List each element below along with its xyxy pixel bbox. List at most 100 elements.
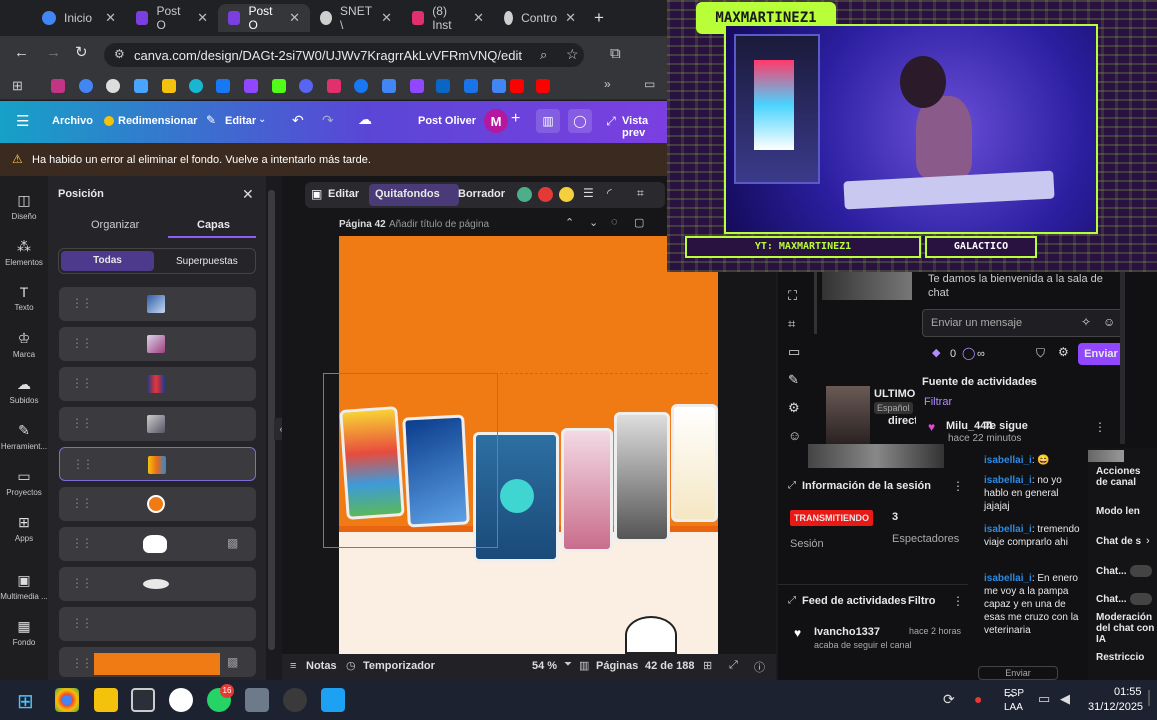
tab-inicio[interactable]: Inicio ✕ — [32, 4, 126, 32]
avatar[interactable]: M — [484, 109, 508, 133]
video-thumbnail[interactable] — [822, 272, 912, 300]
obs-icon[interactable] — [283, 688, 307, 712]
bits-icon[interactable]: ✧ — [1081, 315, 1091, 329]
layer-item[interactable]: ⋮⋮ — [59, 287, 256, 321]
forward-icon[interactable]: → — [46, 44, 61, 61]
tab-post-active[interactable]: Post O ✕ — [218, 4, 310, 32]
comment-icon[interactable]: ◯ — [568, 109, 592, 133]
settings-icon[interactable]: ⚙ — [788, 400, 800, 416]
clock-app-icon[interactable] — [169, 688, 193, 712]
rail-brand[interactable]: ♔ Marca — [0, 330, 48, 359]
eraser-button[interactable]: Borrador — [458, 188, 505, 200]
tab-post-1[interactable]: Post O ✕ — [126, 4, 218, 32]
bookmark-icon[interactable] — [272, 79, 286, 93]
notes-button[interactable]: Notas — [306, 660, 337, 672]
drag-handle-icon[interactable]: ⋮⋮ — [71, 616, 93, 630]
more-icon[interactable]: ⋮ — [952, 479, 964, 493]
chevron-up-icon[interactable]: ⌃ — [565, 216, 574, 229]
site-info-icon[interactable]: ⚙ — [114, 47, 125, 61]
redo-icon[interactable]: ↷ — [322, 112, 334, 129]
drag-handle-icon[interactable]: ⋮⋮ — [71, 336, 93, 350]
layer-item[interactable]: ⋮⋮ — [59, 327, 256, 361]
edit-menu[interactable]: Editar — [225, 115, 256, 127]
corner-icon[interactable]: ◜ — [607, 186, 612, 200]
chevron-right-icon[interactable]: › — [1146, 535, 1150, 547]
expand-icon[interactable]: ⤢ — [599, 109, 623, 133]
chevron-down-icon[interactable]: ⌄ — [1028, 375, 1036, 386]
drag-handle-icon[interactable]: ⋮⋮ — [71, 576, 93, 590]
tab-instagram[interactable]: (8) Inst ✕ — [402, 4, 494, 32]
product-card[interactable] — [561, 428, 613, 552]
bookmark-icon[interactable] — [510, 79, 524, 93]
close-tab-icon[interactable]: ✕ — [197, 10, 208, 26]
product-card[interactable] — [614, 412, 670, 542]
bookmark-icon[interactable] — [354, 79, 368, 93]
close-tab-icon[interactable]: ✕ — [105, 10, 116, 26]
layer-item[interactable]: ⋮⋮ — [59, 367, 256, 401]
rail-background[interactable]: ▦ Fondo — [0, 618, 48, 647]
color-swatch[interactable] — [517, 187, 532, 202]
layer-item[interactable]: ⋮⋮ ▩ — [59, 647, 256, 677]
clock-time[interactable]: 01:55 — [1114, 686, 1142, 698]
tab-organizar[interactable]: Organizar — [91, 219, 139, 231]
menu-channel-actions[interactable]: Acciones de canal — [1096, 466, 1152, 488]
extensions-icon[interactable]: ⧉ — [610, 45, 621, 62]
analytics-icon[interactable]: ▥ — [536, 109, 560, 133]
youtube-icon[interactable] — [536, 79, 550, 93]
filter-todas[interactable]: Todas — [61, 251, 154, 271]
bookmark-icon[interactable] — [189, 79, 203, 93]
collapse-icon[interactable]: ⤢ — [788, 480, 796, 491]
network-icon[interactable]: ▭ — [1038, 691, 1050, 707]
layers-icon[interactable]: ⛶ — [788, 288, 797, 304]
toggle-switch[interactable] — [1130, 565, 1152, 577]
bookmark-icon[interactable] — [464, 79, 478, 93]
bookmark-icon[interactable] — [382, 79, 396, 93]
menu-chat-toggle-1[interactable]: Chat... — [1096, 566, 1127, 577]
menu-restrictions[interactable]: Restriccio — [1096, 652, 1144, 663]
camera-icon[interactable]: ▭ — [788, 344, 800, 360]
sync-icon[interactable]: ⟳ — [943, 691, 955, 708]
lines-icon[interactable]: ☰ — [583, 186, 594, 200]
color-swatch[interactable] — [538, 187, 553, 202]
activity-filter-button[interactable]: Filtro — [908, 595, 936, 607]
bookmark-icon[interactable] — [79, 79, 93, 93]
chevron-down-icon[interactable]: ⌄ — [589, 216, 598, 229]
chat-scrollbar[interactable] — [1120, 272, 1125, 444]
chat-username[interactable]: isabellai_i — [984, 475, 1032, 486]
layer-item[interactable]: ⋮⋮ — [59, 487, 256, 521]
tab-capas[interactable]: Capas — [197, 219, 230, 231]
chat-username[interactable]: isabellai_i — [984, 455, 1032, 466]
language-indicator[interactable]: ESP — [1004, 688, 1024, 699]
menu-chat-toggle-2[interactable]: Chat... — [1096, 594, 1127, 605]
drag-handle-icon[interactable]: ⋮⋮ — [71, 656, 93, 670]
chat-username[interactable]: isabellai_i — [984, 524, 1032, 535]
drag-handle-icon[interactable]: ⋮⋮ — [71, 416, 93, 430]
more-icon[interactable]: ⋮ — [1094, 420, 1106, 434]
lock-icon[interactable]: ▢ — [634, 216, 644, 229]
apps-grid-icon[interactable]: ⊞ — [12, 78, 23, 94]
layer-item[interactable]: ⋮⋮ ▩ — [59, 527, 256, 561]
close-tab-icon[interactable]: ✕ — [381, 10, 392, 26]
bg-remover-button[interactable]: Quitafondos — [375, 188, 440, 200]
page-title-input[interactable]: Añadir título de página — [389, 219, 489, 230]
layer-item[interactable]: ⋮⋮ — [59, 567, 256, 601]
clock-date[interactable]: 31/12/2025 — [1088, 701, 1143, 713]
reload-icon[interactable]: ↻ — [75, 43, 88, 61]
chat-input[interactable]: Enviar un mensaje ✧ ☺ — [922, 309, 1124, 337]
bookmark-icon[interactable] — [162, 79, 176, 93]
layer-item[interactable]: ⋮⋮ — [59, 607, 256, 641]
chrome-icon[interactable] — [55, 688, 79, 712]
rail-media[interactable]: ▣ Multimedia ... — [0, 572, 48, 601]
emoji-icon[interactable]: ☺ — [1103, 315, 1115, 329]
search-icon[interactable]: ⌕ — [540, 47, 547, 63]
rail-uploads[interactable]: ☁ Subidos — [0, 376, 48, 405]
star-icon[interactable]: ☆ — [566, 46, 579, 63]
menu-ai-moderation[interactable]: Moderación del chat con IA — [1096, 612, 1156, 645]
volume-icon[interactable]: ◀ — [1060, 691, 1070, 707]
close-tab-icon[interactable]: ✕ — [473, 10, 484, 26]
bookmark-icon[interactable] — [436, 79, 450, 93]
zoom-level[interactable]: 54 % — [532, 660, 557, 672]
filter-link[interactable]: Filtrar — [924, 396, 952, 408]
rail-tools[interactable]: ✎ Herramient... — [0, 422, 48, 451]
settings-icon[interactable]: ⚙ — [1058, 345, 1069, 359]
